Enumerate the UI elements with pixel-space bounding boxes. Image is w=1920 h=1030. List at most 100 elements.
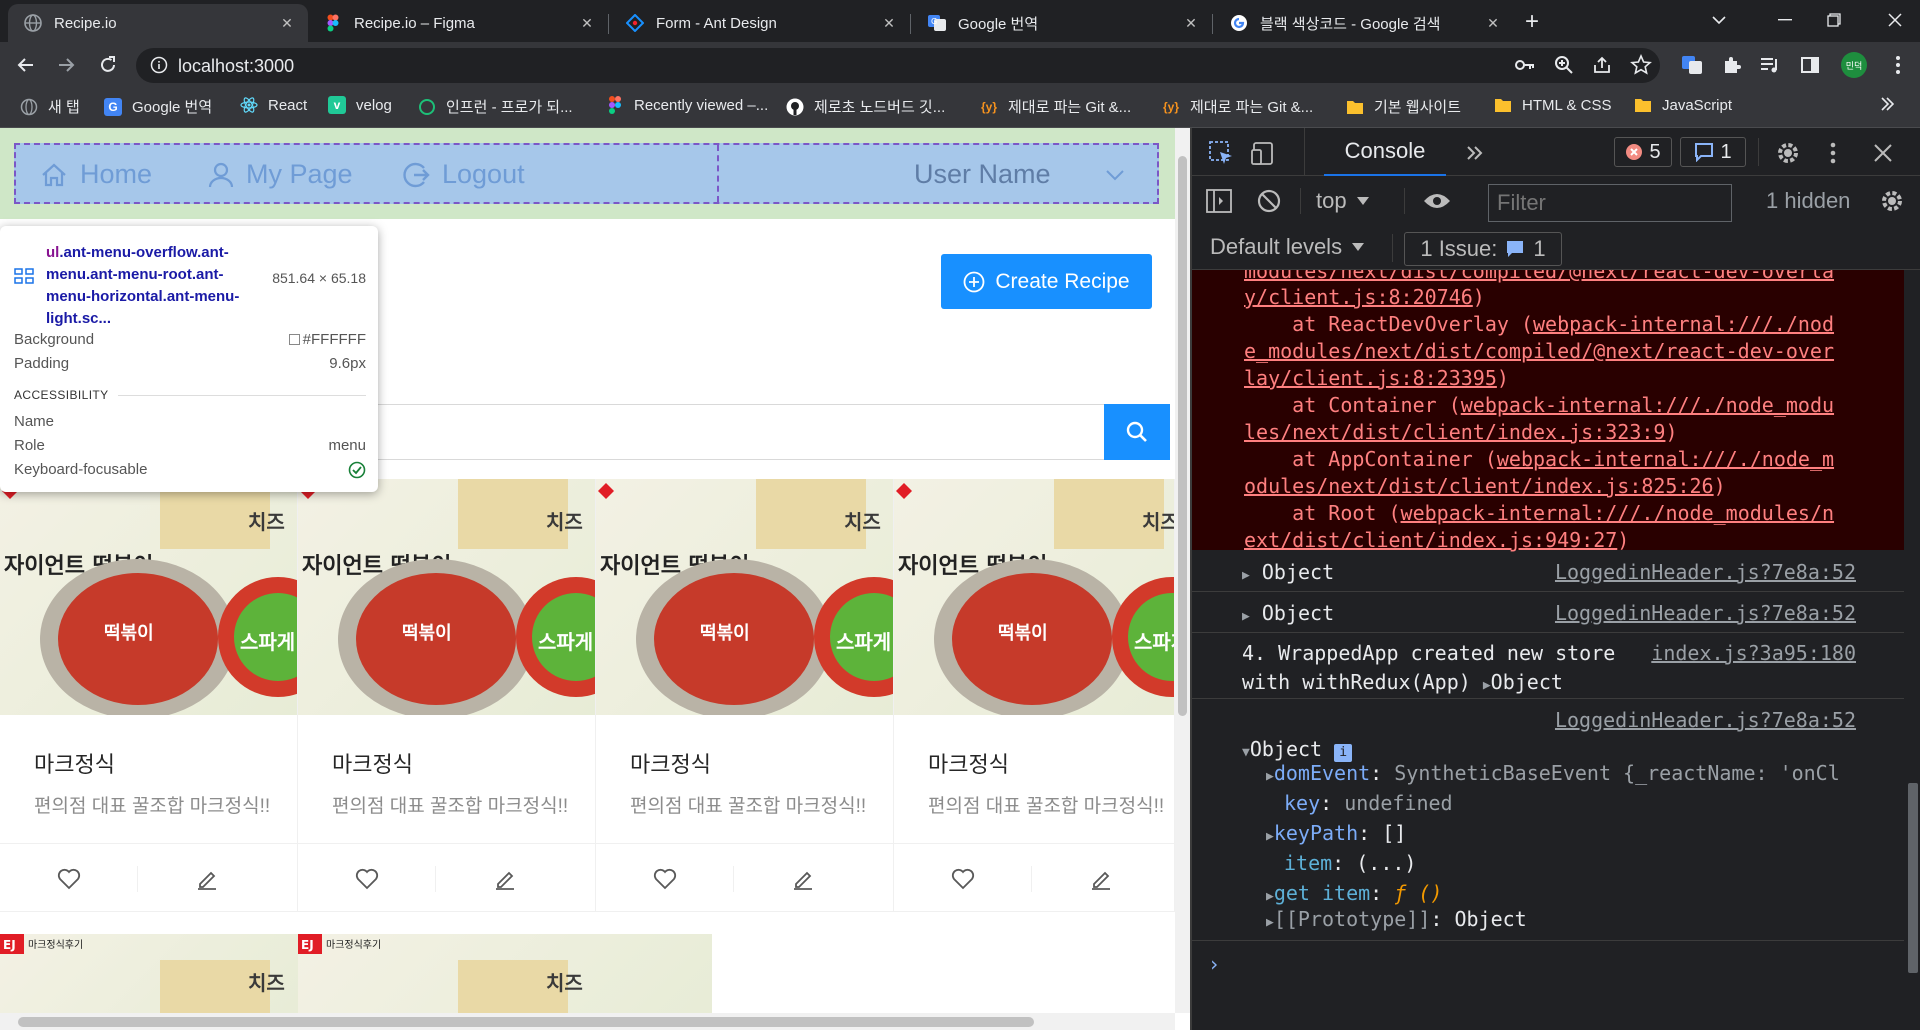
console-filter-input[interactable] — [1488, 184, 1732, 222]
restore-button[interactable] — [1811, 0, 1857, 40]
bookmark-star-icon[interactable] — [1630, 54, 1652, 76]
source-link[interactable]: LoggedinHeader.js?7e8a:52 — [1555, 708, 1856, 732]
address-bar[interactable]: localhost:3000 — [136, 48, 1660, 83]
tab-google-search[interactable]: 블랙 색상코드 - Google 검색 ✕ — [1214, 4, 1514, 42]
close-tab-icon[interactable]: ✕ — [1182, 14, 1200, 32]
expand-triangle-icon[interactable]: ▶ — [1266, 889, 1274, 904]
bookmark-react[interactable]: React — [240, 96, 307, 114]
stack-link[interactable]: webpack-internal:///./node_modules/n — [1401, 501, 1834, 525]
edit-icon[interactable] — [790, 866, 816, 892]
clear-console-icon[interactable] — [1254, 186, 1284, 216]
bookmark-folder-javascript[interactable]: JavaScript — [1634, 96, 1732, 114]
object-prop-item[interactable]: item: (...) — [1284, 851, 1416, 875]
search-button[interactable] — [1104, 404, 1170, 460]
console-scrollbar[interactable] — [1904, 270, 1920, 1030]
menu-item-mypage[interactable]: My Page — [208, 159, 353, 190]
log-levels-dropdown[interactable]: Default levels — [1210, 230, 1365, 264]
expand-triangle-icon[interactable]: ▶ — [1242, 609, 1250, 624]
heart-icon[interactable] — [354, 866, 380, 892]
inspect-element-icon[interactable] — [1206, 138, 1236, 168]
console-prompt-icon[interactable]: › — [1208, 952, 1220, 976]
back-arrow-icon[interactable] — [10, 49, 42, 81]
tab-figma[interactable]: Recipe.io – Figma ✕ — [308, 4, 608, 42]
object-prop-getter[interactable]: ▶get item: ƒ () — [1266, 881, 1442, 905]
expand-triangle-icon[interactable]: ▶ — [1483, 678, 1491, 693]
google-translate-extension-icon[interactable] — [1676, 49, 1708, 81]
collapse-triangle-icon[interactable]: ▼ — [1242, 745, 1250, 760]
stack-link[interactable]: webpack-internal:///./nod — [1533, 312, 1834, 336]
extensions-puzzle-icon[interactable] — [1716, 49, 1748, 81]
edit-icon[interactable] — [194, 866, 220, 892]
reload-icon[interactable] — [92, 49, 124, 81]
scrollbar-thumb[interactable] — [1178, 156, 1187, 716]
close-devtools-icon[interactable] — [1868, 138, 1898, 168]
close-tab-icon[interactable]: ✕ — [880, 14, 898, 32]
source-link[interactable]: LoggedinHeader.js?7e8a:52 — [1555, 601, 1856, 625]
source-link[interactable]: index.js?3a95:180 — [1651, 641, 1856, 665]
expand-triangle-icon[interactable]: ▶ — [1266, 769, 1274, 784]
customize-menu-icon[interactable] — [1820, 138, 1846, 168]
bookmark-github[interactable]: 제로초 노드버드 깃... — [786, 96, 945, 117]
tab-ant-design[interactable]: Form - Ant Design ✕ — [610, 4, 910, 42]
bookmark-inflearn[interactable]: 인프런 - 프로가 되... — [418, 96, 573, 117]
profile-avatar[interactable]: 민덕 — [1838, 49, 1870, 81]
minimize-button[interactable] — [1762, 0, 1808, 40]
close-tab-icon[interactable]: ✕ — [1484, 14, 1502, 32]
close-tab-icon[interactable]: ✕ — [578, 14, 596, 32]
stack-link[interactable]: ext/dist/client/index.js:949:27 — [1244, 528, 1617, 552]
scrollbar-thumb[interactable] — [18, 1017, 1034, 1027]
forward-arrow-icon[interactable] — [50, 49, 82, 81]
share-icon[interactable] — [1592, 55, 1612, 75]
recipe-card[interactable]: 치즈자이언트 떡볶이떡볶이스파게티 마크정식 편의점 대표 꿀조합 마크정식!! — [596, 479, 894, 912]
console-log-row[interactable]: 4. WrappedApp created new store index.js… — [1192, 633, 1904, 699]
new-tab-button[interactable]: + — [1518, 8, 1546, 36]
close-tab-icon[interactable]: ✕ — [278, 14, 296, 32]
bookmark-figma[interactable]: Recently viewed –... — [606, 96, 768, 114]
bookmark-folder-basic-website[interactable]: 기본 웹사이트 — [1346, 96, 1461, 117]
stack-link[interactable]: webpack-internal:///./node_modu — [1461, 393, 1834, 417]
side-panel-icon[interactable] — [1794, 49, 1826, 81]
heart-icon[interactable] — [950, 866, 976, 892]
search-input[interactable] — [300, 404, 1104, 460]
recipe-card[interactable]: 치즈자이언트 떡볶이떡볶이스파게티 마크정식 편의점 대표 꿀조합 마크정식!! — [894, 479, 1175, 912]
object-entry[interactable]: ▶ Object — [1242, 560, 1334, 584]
page-vertical-scrollbar[interactable] — [1175, 128, 1190, 1013]
console-log-row[interactable]: ▶ Object LoggedinHeader.js?7e8a:52 — [1192, 551, 1904, 592]
bookmark-google-translate[interactable]: G Google 번역 — [104, 96, 212, 117]
media-control-icon[interactable] — [1754, 49, 1786, 81]
tab-console[interactable]: Console — [1324, 128, 1446, 176]
close-window-button[interactable] — [1872, 0, 1918, 40]
stack-link[interactable]: modules/next/dist/compiled/@next/react-d… — [1244, 270, 1834, 283]
expand-triangle-icon[interactable]: ▶ — [1266, 915, 1274, 930]
stack-link[interactable]: odules/next/dist/client/index.js:825:26 — [1244, 474, 1714, 498]
stack-link[interactable]: les/next/dist/client/index.js:323:9 — [1244, 420, 1665, 444]
key-icon[interactable] — [1514, 55, 1536, 75]
object-entry[interactable]: ▶ Object — [1242, 601, 1334, 625]
bookmark-git-course-1[interactable]: {y} 제대로 파는 Git &... — [980, 96, 1131, 117]
object-label[interactable]: Object — [1491, 670, 1563, 694]
scrollbar-thumb[interactable] — [1908, 783, 1918, 973]
bookmark-new-tab[interactable]: 새 탭 — [20, 96, 80, 117]
console-log-row[interactable]: ▶ Object LoggedinHeader.js?7e8a:52 — [1192, 592, 1904, 633]
expand-triangle-icon[interactable]: ▶ — [1242, 568, 1250, 583]
issues-button[interactable]: 1 Issue: 1 — [1404, 232, 1562, 266]
source-link[interactable]: LoggedinHeader.js?7e8a:52 — [1555, 560, 1856, 584]
tab-recipe-io[interactable]: Recipe.io ✕ — [8, 4, 308, 42]
edit-icon[interactable] — [1088, 866, 1114, 892]
message-count-badge[interactable]: 1 — [1680, 137, 1746, 167]
object-prop-domevent[interactable]: ▶domEvent: SyntheticBaseEvent {_reactNam… — [1266, 761, 1840, 785]
bookmark-folder-html-css[interactable]: HTML & CSS — [1494, 96, 1611, 114]
page-horizontal-scrollbar[interactable] — [0, 1013, 1175, 1030]
heart-icon[interactable] — [56, 866, 82, 892]
stack-link[interactable]: lay/client.js:8:23395 — [1244, 366, 1497, 390]
tab-search-icon[interactable] — [1696, 0, 1742, 40]
bookmark-git-course-2[interactable]: {y} 제대로 파는 Git &... — [1162, 96, 1313, 117]
menu-item-logout[interactable]: Logout — [402, 159, 525, 190]
heart-icon[interactable] — [652, 866, 678, 892]
object-entry[interactable]: ▼Object i — [1242, 737, 1353, 762]
recipe-card[interactable]: 치즈자이언트 떡볶이떡볶이스파게티 마크정식 편의점 대표 꿀조합 마크정식!! — [298, 479, 596, 912]
stack-link[interactable]: y/client.js:8:20746 — [1244, 285, 1473, 309]
stack-link[interactable]: webpack-internal:///./node_m — [1497, 447, 1834, 471]
sidebar-toggle-icon[interactable] — [1204, 186, 1234, 216]
edit-icon[interactable] — [492, 866, 518, 892]
